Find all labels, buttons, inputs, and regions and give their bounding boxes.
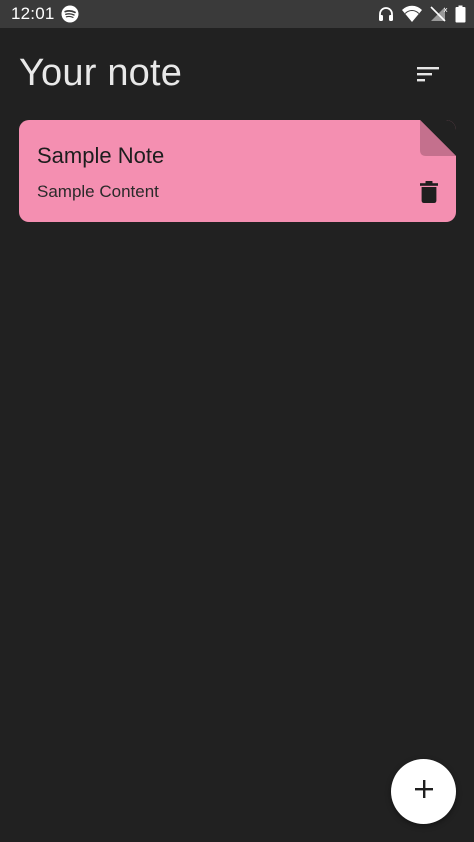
svg-text:x: x bbox=[444, 6, 448, 14]
delete-note-button[interactable] bbox=[416, 180, 442, 208]
app-screen: 12:01 x Your note Sample Note Sample Con… bbox=[0, 0, 474, 842]
battery-icon bbox=[455, 5, 466, 23]
status-icons: x bbox=[377, 4, 466, 24]
status-bar: 12:01 x bbox=[0, 0, 474, 28]
note-card[interactable]: Sample Note Sample Content bbox=[19, 120, 456, 222]
sort-button[interactable] bbox=[408, 56, 448, 96]
note-content: Sample Content bbox=[37, 182, 159, 201]
page-title: Your note bbox=[19, 52, 183, 94]
no-signal-icon: x bbox=[429, 5, 449, 23]
note-title: Sample Note bbox=[37, 143, 165, 168]
page-fold-icon bbox=[420, 120, 456, 156]
plus-icon bbox=[414, 779, 434, 804]
spotify-icon bbox=[61, 5, 79, 23]
trash-icon bbox=[420, 180, 438, 208]
status-time: 12:01 bbox=[11, 4, 55, 23]
add-note-button[interactable] bbox=[391, 759, 456, 824]
sort-icon bbox=[417, 65, 439, 88]
wifi-icon bbox=[401, 5, 423, 23]
headphones-icon bbox=[377, 5, 395, 23]
